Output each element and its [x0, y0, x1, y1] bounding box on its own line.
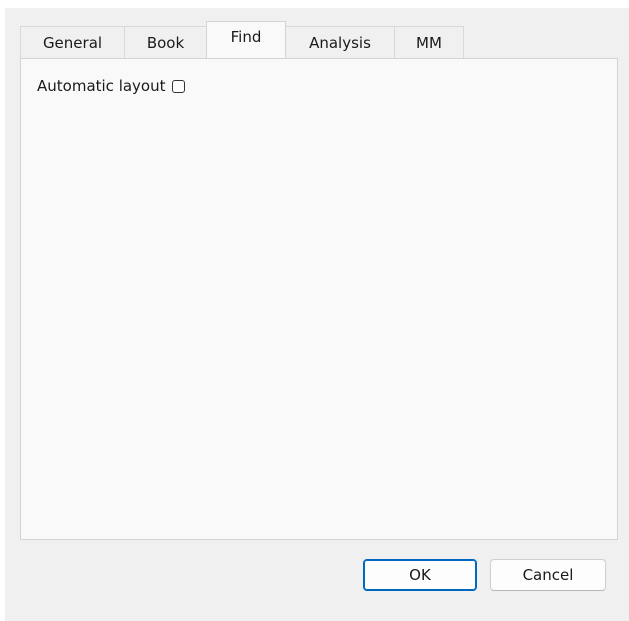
tab-book-label: Book [146, 33, 185, 52]
tab-find-label: Find [230, 28, 262, 46]
tab-analysis[interactable]: Analysis [285, 26, 395, 58]
tab-find[interactable]: Find [206, 21, 286, 58]
tab-general-label: General [42, 33, 103, 52]
tab-mm-label: MM [416, 33, 442, 52]
cancel-button-label: Cancel [522, 566, 574, 584]
cancel-button[interactable]: Cancel [490, 559, 606, 591]
tab-book[interactable]: Book [124, 26, 207, 58]
tab-mm[interactable]: MM [394, 26, 464, 58]
tab-bar: General Book Find Analysis MM [20, 21, 464, 58]
options-dialog: General Book Find Analysis MM Automatic … [5, 8, 629, 621]
find-tab-panel: Automatic layout [20, 58, 618, 540]
tab-general[interactable]: General [20, 26, 125, 58]
ok-button-label: OK [409, 566, 431, 584]
automatic-layout-checkbox[interactable] [171, 79, 185, 93]
automatic-layout-label: Automatic layout [37, 77, 166, 95]
automatic-layout-row: Automatic layout [37, 77, 185, 95]
tab-analysis-label: Analysis [309, 33, 371, 52]
ok-button[interactable]: OK [363, 559, 477, 591]
